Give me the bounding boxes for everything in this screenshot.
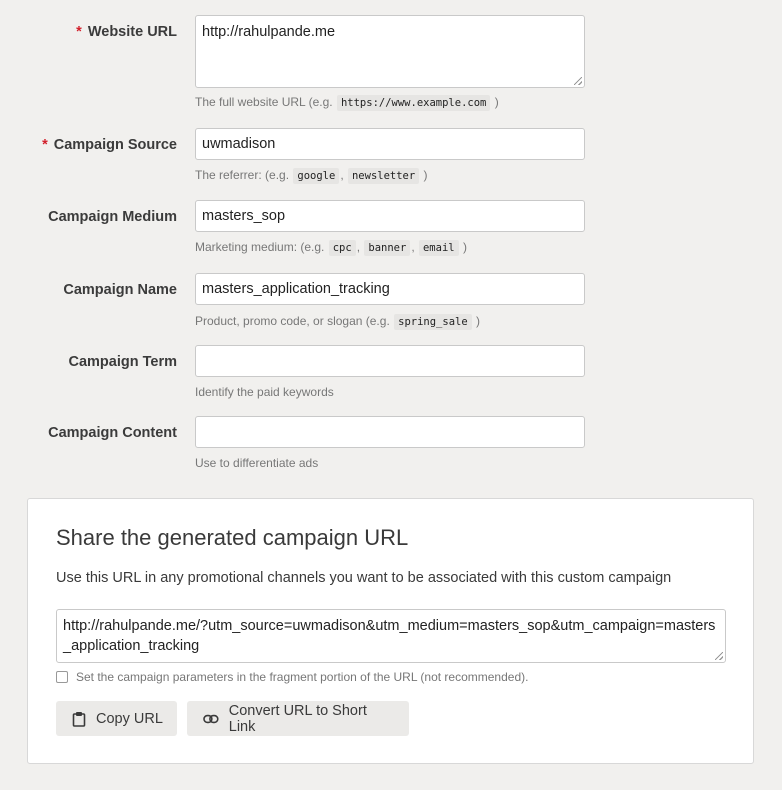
campaign-name-input[interactable]: masters_application_tracking <box>195 273 585 305</box>
campaign-content-input[interactable] <box>195 416 585 448</box>
campaign-content-label: Campaign Content <box>48 425 177 441</box>
campaign-term-label: Campaign Term <box>68 354 177 370</box>
share-title: Share the generated campaign URL <box>56 525 409 550</box>
campaign-source-help: The referrer: (e.g. google, newsletter ) <box>195 168 428 184</box>
required-asterisk: * <box>42 137 48 153</box>
link-icon <box>203 714 219 723</box>
generated-url-field[interactable]: http://rahulpande.me/?utm_source=uwmadis… <box>56 609 726 663</box>
share-panel: Share the generated campaign URL Use thi… <box>27 498 754 764</box>
campaign-term-input[interactable] <box>195 345 585 377</box>
website-url-help: The full website URL (e.g. https://www.e… <box>195 95 499 111</box>
required-asterisk: * <box>76 24 82 40</box>
short-link-label: Convert URL to Short Link <box>228 702 367 735</box>
resize-grip-icon[interactable] <box>574 77 582 85</box>
campaign-source-label: * Campaign Source <box>42 137 177 153</box>
website-url-input[interactable]: http://rahulpande.me <box>195 15 585 88</box>
campaign-name-help: Product, promo code, or slogan (e.g. spr… <box>195 314 481 330</box>
share-description: Use this URL in any promotional channels… <box>56 570 672 586</box>
campaign-source-input[interactable]: uwmadison <box>195 128 585 160</box>
clipboard-icon <box>72 711 86 727</box>
campaign-medium-label: Campaign Medium <box>48 209 177 225</box>
short-link-button[interactable]: Convert URL to Short Link <box>187 701 409 736</box>
website-url-label: * Website URL <box>76 24 177 40</box>
campaign-medium-input[interactable]: masters_sop <box>195 200 585 232</box>
fragment-option[interactable]: Set the campaign parameters in the fragm… <box>56 670 528 684</box>
fragment-checkbox[interactable] <box>56 671 68 683</box>
campaign-medium-help: Marketing medium: (e.g. cpc, banner, ema… <box>195 240 467 256</box>
campaign-name-label: Campaign Name <box>63 282 177 298</box>
copy-url-button[interactable]: Copy URL <box>56 701 177 736</box>
copy-url-label: Copy URL <box>96 710 163 727</box>
campaign-term-help: Identify the paid keywords <box>195 385 334 399</box>
resize-grip-icon[interactable] <box>715 652 723 660</box>
campaign-content-help: Use to differentiate ads <box>195 456 319 470</box>
fragment-label: Set the campaign parameters in the fragm… <box>76 670 529 684</box>
